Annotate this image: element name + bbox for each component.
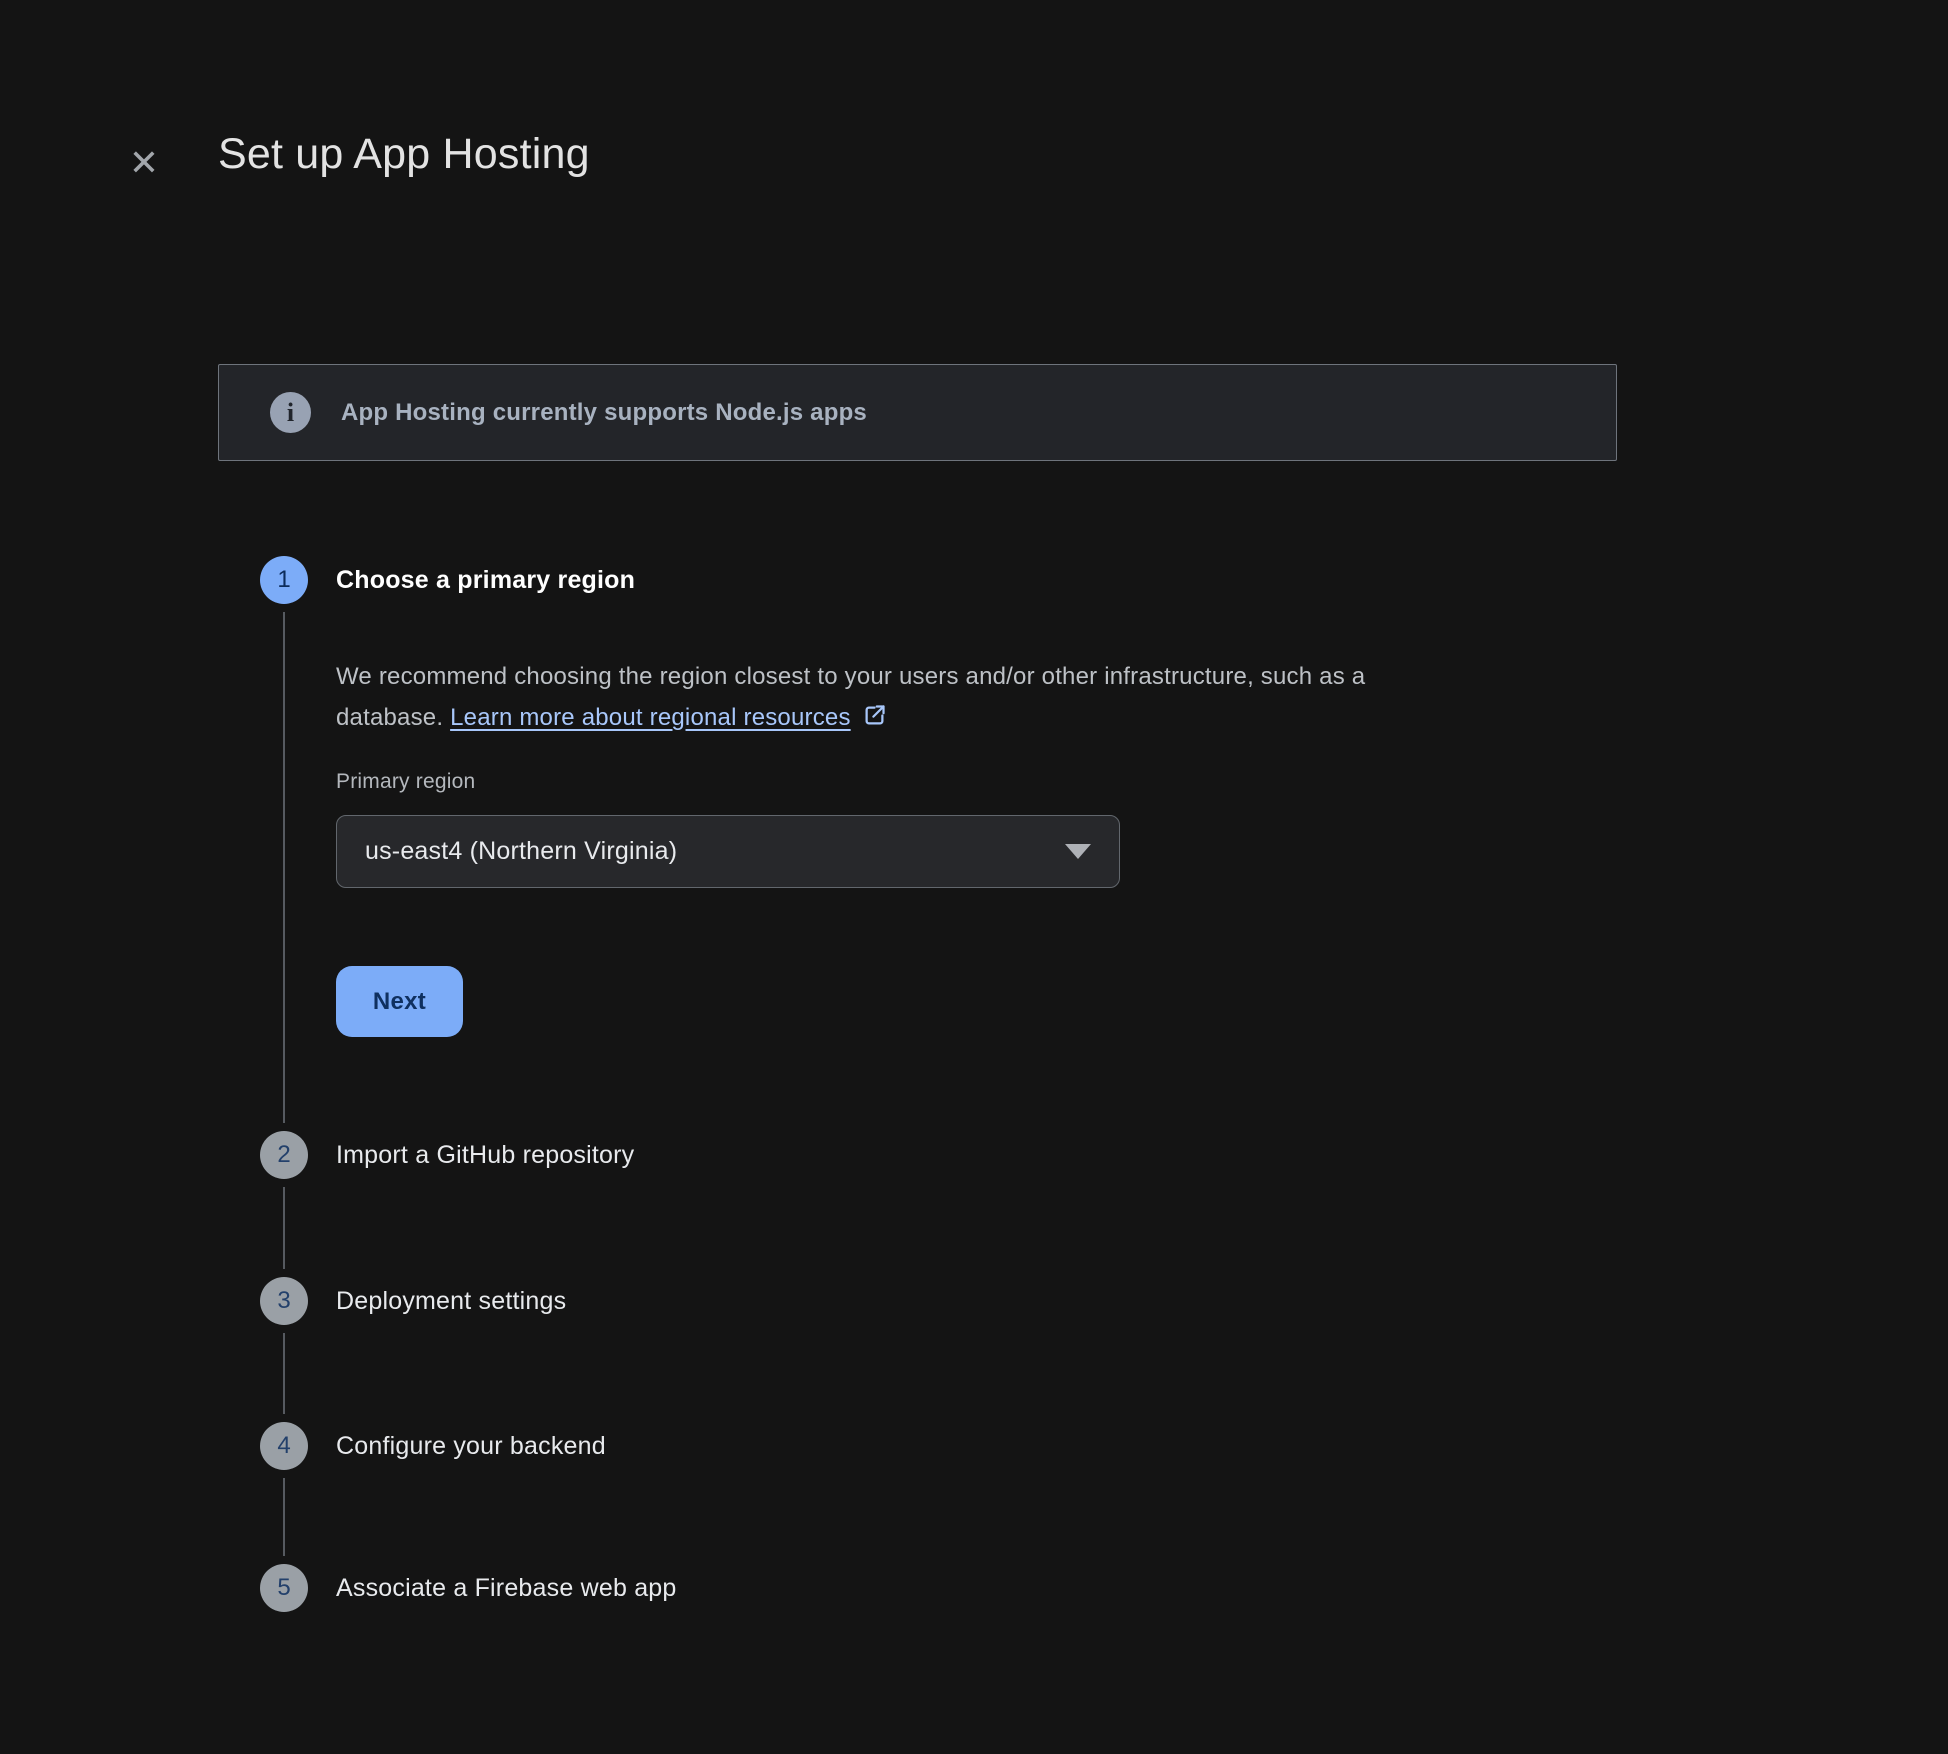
description-line-2: database. Learn more about regional reso… [336, 704, 888, 731]
regional-resources-link[interactable]: Learn more about regional resources [450, 704, 851, 731]
step-5-circle: 5 [260, 1564, 308, 1612]
step-row-associate-web-app: 5 Associate a Firebase web app [260, 1564, 677, 1612]
step-row-import-github: 2 Import a GitHub repository [260, 1131, 634, 1179]
open-in-new-icon [861, 702, 888, 729]
page-title: Set up App Hosting [218, 126, 590, 182]
setup-app-hosting-dialog: { "dialog": { "title": "Set up App Hosti… [0, 0, 1948, 1754]
step-connector [283, 1187, 285, 1269]
close-button[interactable]: ✕ [116, 135, 172, 191]
primary-region-label: Primary region [336, 770, 475, 794]
dropdown-caret-icon [1065, 844, 1091, 859]
step-connector [283, 1478, 285, 1556]
step-row-deployment-settings: 3 Deployment settings [260, 1277, 566, 1325]
primary-region-value: us-east4 (Northern Virginia) [365, 837, 1065, 866]
step-row-configure-backend: 4 Configure your backend [260, 1422, 606, 1470]
banner-text: App Hosting currently supports Node.js a… [341, 399, 867, 427]
primary-region-select[interactable]: us-east4 (Northern Virginia) [336, 815, 1120, 888]
step-connector [283, 1333, 285, 1414]
next-button[interactable]: Next [336, 966, 463, 1037]
step-3-label: Deployment settings [336, 1287, 566, 1316]
step-1-label: Choose a primary region [336, 566, 635, 595]
step-3-circle: 3 [260, 1277, 308, 1325]
step-4-circle: 4 [260, 1422, 308, 1470]
step-connector [283, 612, 285, 1123]
info-banner: i App Hosting currently supports Node.js… [218, 364, 1617, 461]
description-line-1: We recommend choosing the region closest… [336, 656, 1566, 697]
info-icon: i [270, 392, 311, 433]
step-2-label: Import a GitHub repository [336, 1141, 634, 1170]
step-1-circle: 1 [260, 556, 308, 604]
step-row-choose-region: 1 Choose a primary region [260, 556, 635, 604]
step-4-label: Configure your backend [336, 1432, 606, 1461]
step-2-circle: 2 [260, 1131, 308, 1179]
region-description: We recommend choosing the region closest… [336, 656, 1566, 738]
step-5-label: Associate a Firebase web app [336, 1574, 677, 1603]
close-icon: ✕ [129, 145, 159, 181]
